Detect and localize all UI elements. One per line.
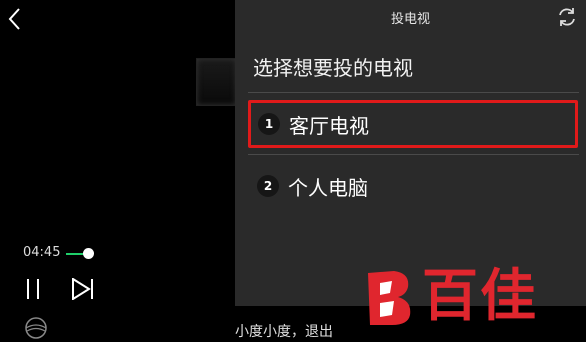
skip-next-icon[interactable]: [71, 278, 95, 300]
playback-time: 04:45: [23, 245, 61, 260]
pause-icon[interactable]: [25, 278, 43, 300]
device-label: 客厅电视: [289, 114, 369, 138]
divider: [248, 154, 579, 155]
watermark: 百佳: [364, 265, 564, 335]
refresh-icon[interactable]: [556, 6, 578, 28]
progress-knob[interactable]: [83, 248, 94, 259]
player-area: 04:45: [0, 0, 237, 342]
divider: [248, 92, 579, 93]
device-item-living-room-tv[interactable]: 1 客厅电视: [248, 100, 578, 148]
panel-heading: 选择想要投的电视: [253, 56, 413, 80]
globe-icon[interactable]: [24, 316, 48, 340]
watermark-logo-icon: [368, 271, 411, 325]
device-index-badge: 2: [257, 175, 279, 197]
chevron-left-icon[interactable]: [4, 6, 26, 32]
device-index-badge: 1: [258, 113, 280, 135]
video-thumbnail: [196, 58, 237, 106]
watermark-text: 百佳: [422, 264, 538, 329]
voice-hint: 小度小度，退出: [235, 324, 333, 340]
device-label: 个人电脑: [288, 176, 368, 200]
panel-title: 投电视: [390, 12, 430, 27]
device-item-personal-computer[interactable]: 2 个人电脑: [248, 162, 578, 210]
cast-panel: 投电视 选择想要投的电视 1 客厅电视 2 个人电脑: [235, 0, 586, 306]
